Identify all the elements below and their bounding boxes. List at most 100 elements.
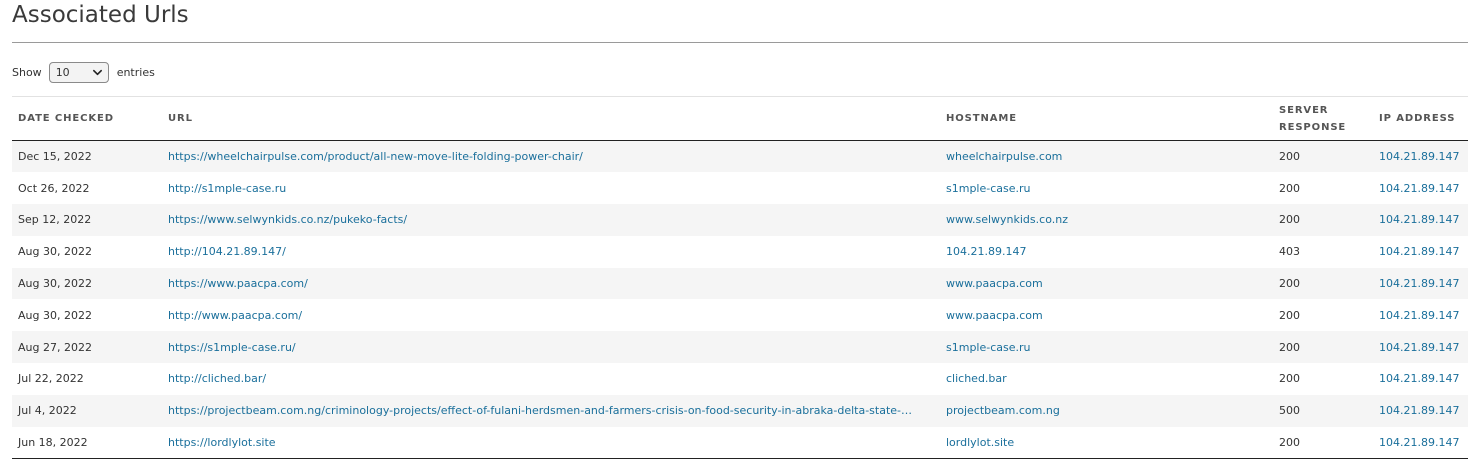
date-cell: Dec 15, 2022 — [18, 150, 92, 164]
url-cell: https://projectbeam.com.ng/criminology-p… — [162, 395, 940, 427]
associated-urls-table: DATE CHECKED URL HOSTNAME SERVER RESPONS… — [12, 96, 1468, 459]
date-cell: Jul 4, 2022 — [18, 404, 77, 418]
entries-label: entries — [116, 66, 155, 79]
hostname-cell: 104.21.89.147 — [940, 236, 1273, 268]
hostname-link[interactable]: projectbeam.com.ng — [946, 404, 1060, 417]
url-cell: http://cliched.bar/ — [162, 363, 940, 395]
date-cell: Aug 30, 2022 — [18, 277, 92, 291]
ip-address-link[interactable]: 104.21.89.147 — [1379, 436, 1459, 449]
ip-cell: 104.21.89.147 — [1373, 204, 1468, 236]
url-cell: https://lordlylot.site — [162, 427, 940, 459]
ip-address-link[interactable]: 104.21.89.147 — [1379, 213, 1459, 226]
ip-address-link[interactable]: 104.21.89.147 — [1379, 309, 1459, 322]
url-link[interactable]: https://projectbeam.com.ng/criminology-p… — [168, 404, 912, 417]
server-response-cell: 200 — [1279, 308, 1300, 322]
hostname-link[interactable]: cliched.bar — [946, 372, 1007, 385]
ip-cell: 104.21.89.147 — [1373, 268, 1468, 300]
section-title: Associated Urls — [12, 2, 189, 28]
hostname-cell: www.paacpa.com — [940, 299, 1273, 331]
column-header-ip-address[interactable]: IP ADDRESS — [1373, 97, 1468, 141]
entries-length-control: Show 10 entries — [12, 62, 155, 83]
ip-cell: 104.21.89.147 — [1373, 141, 1468, 173]
hostname-cell: projectbeam.com.ng — [940, 395, 1273, 427]
hostname-link[interactable]: www.paacpa.com — [946, 309, 1043, 322]
ip-address-link[interactable]: 104.21.89.147 — [1379, 372, 1459, 385]
hostname-cell: lordlylot.site — [940, 427, 1273, 459]
date-cell: Sep 12, 2022 — [18, 213, 92, 227]
date-cell: Jun 18, 2022 — [18, 435, 88, 449]
url-link[interactable]: http://s1mple-case.ru — [168, 182, 286, 195]
url-cell: http://s1mple-case.ru — [162, 172, 940, 204]
ip-cell: 104.21.89.147 — [1373, 331, 1468, 363]
hostname-cell: s1mple-case.ru — [940, 172, 1273, 204]
url-link[interactable]: https://lordlylot.site — [168, 436, 276, 449]
table-row: Jul 22, 2022 http://cliched.bar/ cliched… — [12, 363, 1468, 395]
server-response-cell: 200 — [1279, 340, 1300, 354]
ip-address-link[interactable]: 104.21.89.147 — [1379, 182, 1459, 195]
url-link[interactable]: https://www.paacpa.com/ — [168, 277, 308, 290]
ip-address-link[interactable]: 104.21.89.147 — [1379, 404, 1459, 417]
url-cell: https://www.paacpa.com/ — [162, 268, 940, 300]
column-header-url[interactable]: URL — [162, 97, 940, 141]
associated-urls-table-wrapper: DATE CHECKED URL HOSTNAME SERVER RESPONS… — [12, 96, 1468, 459]
ip-cell: 104.21.89.147 — [1373, 363, 1468, 395]
table-row: Aug 30, 2022 https://www.paacpa.com/ www… — [12, 267, 1468, 300]
table-row: Sep 12, 2022 https://www.selwynkids.co.n… — [12, 204, 1468, 236]
ip-cell: 104.21.89.147 — [1373, 299, 1468, 331]
url-link[interactable]: https://s1mple-case.ru/ — [168, 341, 296, 354]
chevron-down-icon — [92, 69, 102, 76]
table-row: Dec 15, 2022 https://wheelchairpulse.com… — [12, 140, 1468, 173]
date-cell: Oct 26, 2022 — [18, 181, 90, 195]
table-row: Jul 4, 2022 https://projectbeam.com.ng/c… — [12, 394, 1468, 427]
date-cell: Aug 27, 2022 — [18, 340, 92, 354]
ip-cell: 104.21.89.147 — [1373, 395, 1468, 427]
date-cell: Aug 30, 2022 — [18, 245, 92, 259]
entries-per-page-select[interactable]: 10 — [48, 62, 109, 83]
ip-cell: 104.21.89.147 — [1373, 427, 1468, 459]
ip-cell: 104.21.89.147 — [1373, 236, 1468, 268]
server-response-cell: 200 — [1279, 372, 1300, 386]
url-cell: https://wheelchairpulse.com/product/all-… — [162, 141, 940, 173]
date-cell: Jul 22, 2022 — [18, 372, 84, 386]
hostname-cell: www.paacpa.com — [940, 268, 1273, 300]
hostname-link[interactable]: s1mple-case.ru — [946, 341, 1031, 354]
server-response-cell: 200 — [1279, 213, 1300, 227]
server-response-cell: 200 — [1279, 181, 1300, 195]
hostname-link[interactable]: 104.21.89.147 — [946, 245, 1026, 258]
table-header-row: DATE CHECKED URL HOSTNAME SERVER RESPONS… — [12, 96, 1468, 141]
table-row: Aug 27, 2022 https://s1mple-case.ru/ s1m… — [12, 331, 1468, 364]
url-link[interactable]: http://cliched.bar/ — [168, 372, 266, 385]
show-label: Show — [12, 66, 42, 79]
server-response-cell: 200 — [1279, 150, 1300, 164]
url-link[interactable]: https://wheelchairpulse.com/product/all-… — [168, 150, 583, 163]
url-cell: http://www.paacpa.com/ — [162, 299, 940, 331]
table-row: Aug 30, 2022 http://www.paacpa.com/ www.… — [12, 299, 1468, 331]
hostname-cell: wheelchairpulse.com — [940, 141, 1273, 173]
server-response-cell: 500 — [1279, 404, 1300, 418]
url-link[interactable]: http://104.21.89.147/ — [168, 245, 286, 258]
column-header-hostname[interactable]: HOSTNAME — [940, 97, 1273, 141]
hostname-link[interactable]: s1mple-case.ru — [946, 182, 1031, 195]
table-row: Aug 30, 2022 http://104.21.89.147/ 104.2… — [12, 236, 1468, 268]
hostname-link[interactable]: wheelchairpulse.com — [946, 150, 1062, 163]
table-row: Oct 26, 2022 http://s1mple-case.ru s1mpl… — [12, 172, 1468, 204]
hostname-cell: s1mple-case.ru — [940, 331, 1273, 363]
ip-address-link[interactable]: 104.21.89.147 — [1379, 150, 1459, 163]
url-cell: https://www.selwynkids.co.nz/pukeko-fact… — [162, 204, 940, 236]
server-response-cell: 200 — [1279, 435, 1300, 449]
hostname-cell: www.selwynkids.co.nz — [940, 204, 1273, 236]
column-header-date-checked[interactable]: DATE CHECKED — [12, 97, 162, 141]
url-link[interactable]: https://www.selwynkids.co.nz/pukeko-fact… — [168, 213, 407, 226]
date-cell: Aug 30, 2022 — [18, 308, 92, 322]
ip-address-link[interactable]: 104.21.89.147 — [1379, 277, 1459, 290]
hostname-link[interactable]: www.selwynkids.co.nz — [946, 213, 1068, 226]
column-header-server-response[interactable]: SERVER RESPONSE — [1273, 97, 1373, 141]
title-divider — [12, 42, 1468, 43]
hostname-link[interactable]: lordlylot.site — [946, 436, 1014, 449]
ip-address-link[interactable]: 104.21.89.147 — [1379, 341, 1459, 354]
ip-address-link[interactable]: 104.21.89.147 — [1379, 245, 1459, 258]
ip-cell: 104.21.89.147 — [1373, 172, 1468, 204]
url-link[interactable]: http://www.paacpa.com/ — [168, 309, 302, 322]
table-row: Jun 18, 2022 https://lordlylot.site lord… — [12, 427, 1468, 459]
hostname-link[interactable]: www.paacpa.com — [946, 277, 1043, 290]
